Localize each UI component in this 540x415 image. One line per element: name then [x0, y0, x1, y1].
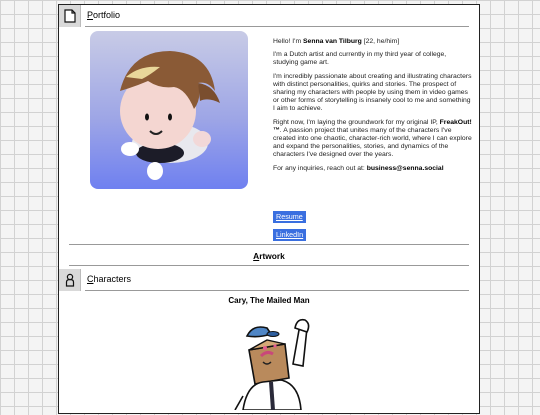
bio-paragraph-1: I'm a Dutch artist and currently in my t…	[273, 51, 447, 67]
character-illustration[interactable]	[227, 310, 327, 415]
portfolio-page: Portfolio Hello! I'm Senna van Tilburg […	[58, 4, 480, 414]
document-icon	[59, 5, 81, 27]
divider	[69, 265, 469, 266]
divider	[69, 244, 469, 245]
contact-line: For any inquiries, reach out at: busines…	[273, 164, 444, 172]
bio-paragraph-2: I'm incredibly passionate about creating…	[273, 72, 472, 113]
artwork-title: Artwork	[253, 251, 285, 261]
characters-header[interactable]: Characters	[59, 269, 479, 291]
portfolio-header[interactable]: Portfolio	[59, 5, 479, 27]
contact-email: business@senna.social	[366, 164, 444, 172]
bio-paragraph-3: Right now, I'm laying the groundwork for…	[273, 118, 472, 159]
characters-title: Characters	[87, 274, 132, 284]
artwork-name: Cary, The Mailed Man	[228, 296, 310, 305]
avatar-illustration	[120, 51, 220, 180]
divider	[85, 290, 469, 291]
portfolio-title: Portfolio	[87, 10, 121, 20]
person-icon	[59, 269, 81, 291]
linkedin-button[interactable]: LinkedIn	[273, 229, 307, 241]
avatar	[90, 31, 248, 189]
resume-button[interactable]: Resume	[273, 211, 306, 223]
bio: Hello! I'm Senna van Tilburg [22, he/him…	[273, 38, 473, 178]
intro-line: Hello! I'm Senna van Tilburg [22, he/him…	[273, 38, 400, 45]
divider	[85, 26, 469, 27]
